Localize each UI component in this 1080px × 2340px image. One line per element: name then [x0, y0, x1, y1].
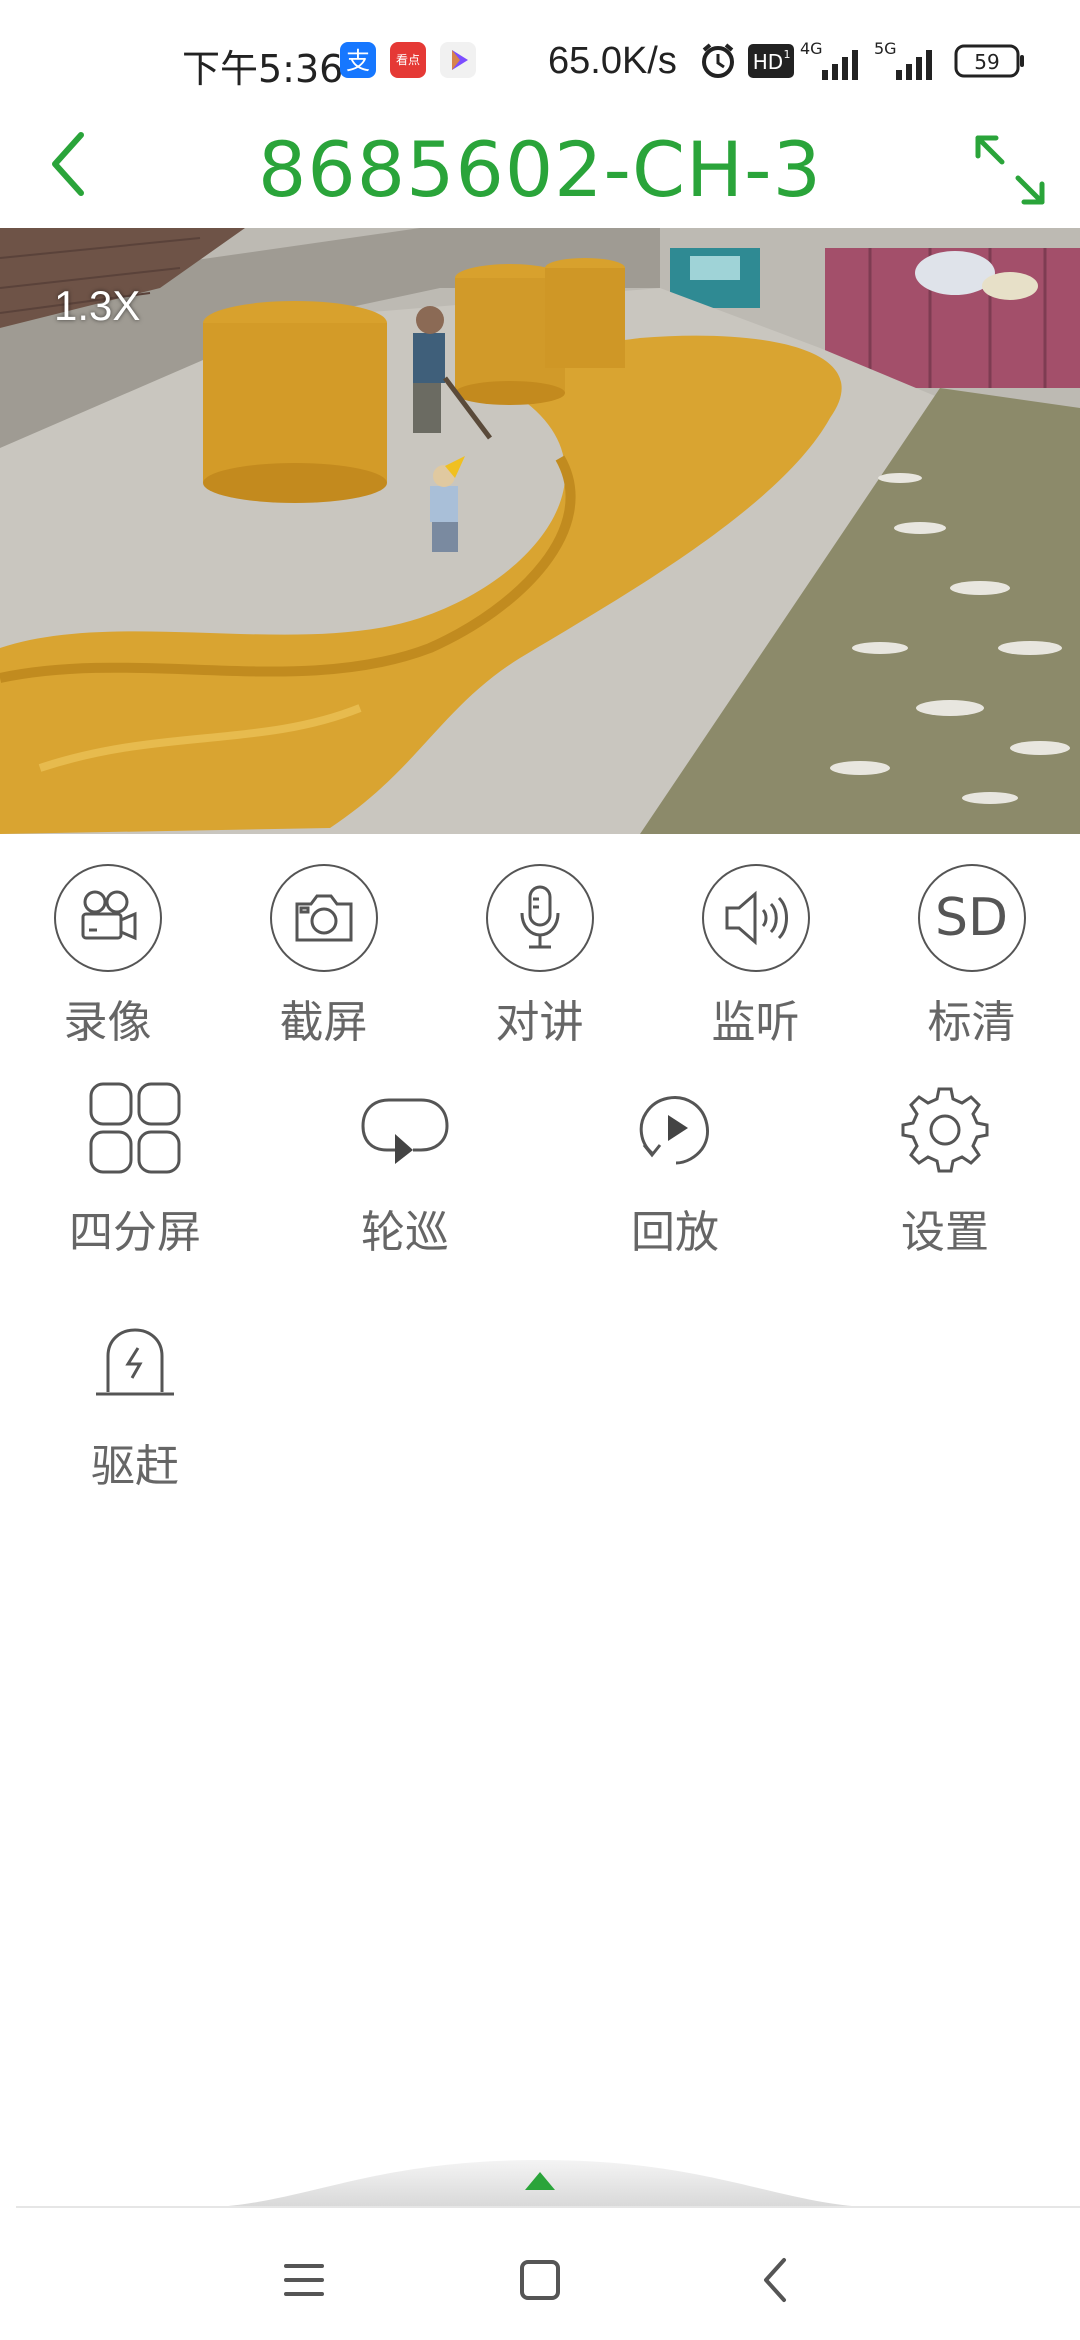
zoom-level: 1.3X — [54, 282, 141, 329]
quad-screen-icon — [89, 1082, 181, 1174]
controls-row-2: 四分屏 轮巡 回放 设置 — [0, 1074, 1080, 1258]
record-button[interactable]: 录像 — [40, 864, 175, 1050]
quality-ring: SD — [917, 864, 1026, 972]
signal-5g-icon: 5G — [874, 38, 938, 87]
svg-text:59: 59 — [974, 50, 999, 74]
svg-text:看点: 看点 — [396, 53, 420, 67]
controls-row-1: 录像 截屏 对讲 监听 SD 标清 — [0, 864, 1080, 1048]
gear-icon — [901, 1087, 989, 1173]
playback-button[interactable]: 回放 — [600, 1074, 750, 1260]
svg-text:1: 1 — [784, 48, 791, 61]
playback-label: 回放 — [631, 1207, 719, 1258]
intercom-ring — [485, 864, 594, 972]
screenshot-button[interactable]: 截屏 — [256, 864, 391, 1050]
signal-4g-icon: 4G — [800, 38, 864, 87]
back-icon — [764, 2258, 786, 2302]
quality-button[interactable]: SD 标清 — [904, 864, 1039, 1050]
status-bar: 下午5:36 支 看点 65.0K/s HD 1 4G 5G 59 — [0, 0, 1080, 120]
settings-button[interactable]: 设置 — [870, 1074, 1020, 1260]
battery-icon: 59 — [954, 44, 1026, 83]
video-camera-icon — [81, 890, 136, 941]
toutiao-icon: 看点 — [390, 42, 426, 78]
hd-icon: HD 1 — [748, 44, 794, 83]
patrol-label: 轮巡 — [361, 1207, 449, 1258]
quad-screen-label: 四分屏 — [69, 1207, 201, 1258]
status-time: 下午5:36 — [182, 47, 344, 91]
header: 8685602-CH-3 — [0, 120, 1080, 228]
quality-label: 标清 — [927, 997, 1016, 1048]
quad-screen-button[interactable]: 四分屏 — [60, 1074, 210, 1260]
quad-screen-icon-wrap — [81, 1074, 189, 1182]
listen-button[interactable]: 监听 — [688, 864, 823, 1050]
deter-icon-wrap — [81, 1308, 189, 1416]
record-ring — [53, 864, 162, 972]
expand-icon — [975, 135, 1045, 205]
svg-text:HD: HD — [753, 50, 783, 74]
settings-icon-wrap — [891, 1074, 999, 1182]
screenshot-ring — [269, 864, 378, 972]
patrol-icon — [361, 1098, 449, 1164]
fullscreen-button[interactable] — [960, 120, 1060, 220]
intercom-label: 对讲 — [495, 997, 584, 1048]
page-title: 8685602-CH-3 — [258, 125, 822, 214]
system-nav-bar — [0, 2210, 1080, 2340]
camera-scene-image — [0, 228, 1080, 834]
alarm-icon — [698, 40, 738, 85]
menu-button[interactable] — [264, 2240, 344, 2320]
video-feed[interactable]: 1.3X — [0, 228, 1080, 834]
pull-up-handle[interactable] — [0, 2150, 1080, 2210]
listen-label: 监听 — [711, 997, 800, 1048]
record-label: 录像 — [63, 997, 152, 1048]
network-speed: 65.0K/s — [548, 40, 677, 82]
deter-label: 驱赶 — [91, 1441, 179, 1492]
controls-row-3: 驱赶 — [0, 1308, 1080, 1492]
microphone-icon — [520, 885, 559, 949]
svg-text:4G: 4G — [800, 39, 823, 58]
patrol-icon-wrap — [351, 1074, 459, 1182]
playback-icon-wrap — [621, 1074, 729, 1182]
settings-label: 设置 — [901, 1207, 989, 1258]
divider — [16, 2206, 1080, 2208]
menu-icon — [284, 2264, 324, 2296]
home-icon — [520, 2260, 560, 2300]
play-store-icon — [440, 42, 476, 78]
listen-ring — [701, 864, 810, 972]
screenshot-label: 截屏 — [279, 997, 368, 1048]
camera-icon — [295, 894, 352, 942]
svg-text:支: 支 — [346, 47, 370, 75]
patrol-button[interactable]: 轮巡 — [330, 1074, 480, 1260]
alipay-icon: 支 — [340, 42, 376, 78]
sd-quality-icon: SD — [934, 888, 1009, 948]
svg-text:5G: 5G — [874, 39, 897, 58]
arrow-up-icon — [525, 2172, 555, 2190]
alarm-light-icon — [96, 1328, 174, 1396]
playback-icon — [639, 1096, 709, 1165]
deter-button[interactable]: 驱赶 — [60, 1308, 210, 1494]
home-button[interactable] — [500, 2240, 580, 2320]
nav-back-button[interactable] — [736, 2240, 816, 2320]
speaker-icon — [725, 890, 788, 946]
intercom-button[interactable]: 对讲 — [472, 864, 607, 1050]
